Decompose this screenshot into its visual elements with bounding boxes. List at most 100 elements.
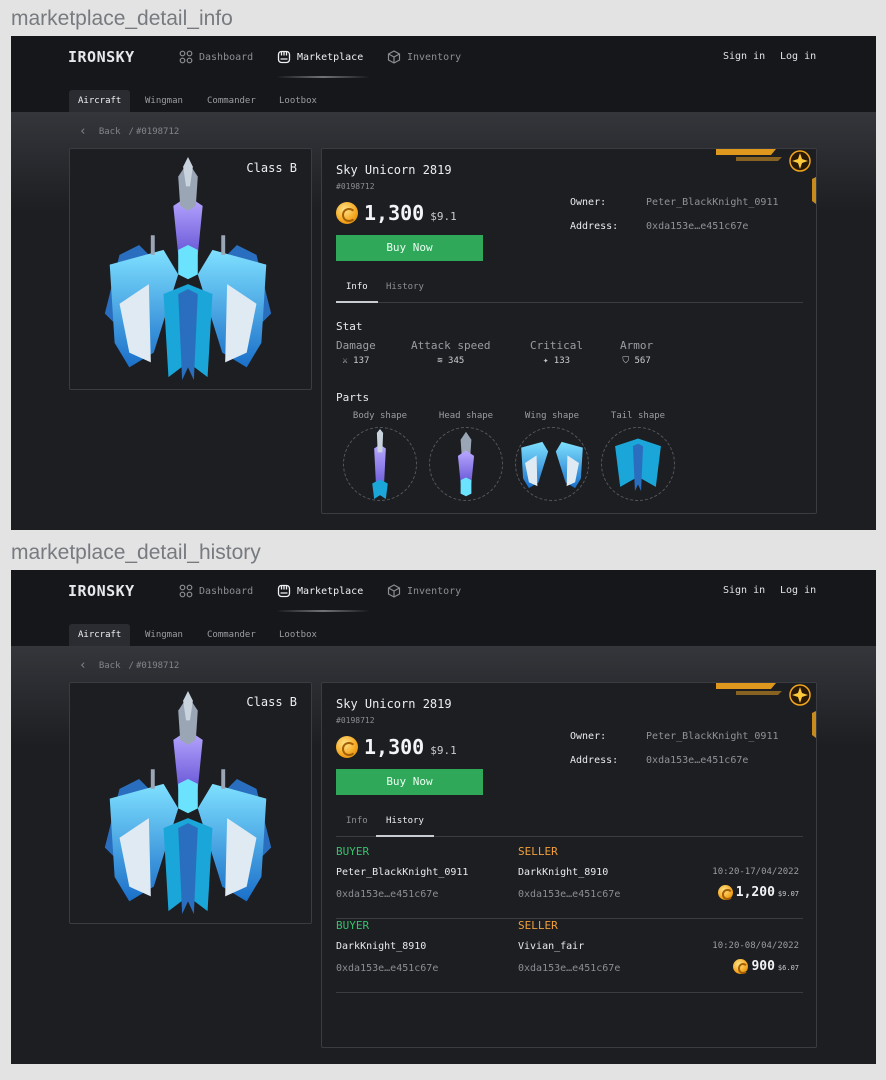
buy-now-button[interactable]: Buy Now xyxy=(336,769,483,795)
part-label: Wing shape xyxy=(524,411,580,421)
trade-price-amount: 1,200 xyxy=(735,885,775,900)
owner-label: Owner: xyxy=(570,731,607,742)
buyer-label: BUYER xyxy=(336,845,370,858)
inventory-icon xyxy=(387,584,401,598)
tab-history[interactable]: History xyxy=(376,807,434,837)
owner-value[interactable]: Peter_BlackKnight_0911 xyxy=(646,731,778,742)
shield-icon: ⛉ xyxy=(622,356,630,366)
coin-icon xyxy=(336,736,358,758)
coin-icon xyxy=(336,202,358,224)
item-id: #0198712 xyxy=(336,716,375,725)
seller-address[interactable]: 0xda153e…e451c67e xyxy=(518,889,620,900)
address-label: Address: xyxy=(570,755,619,766)
nav-inventory[interactable]: Inventory xyxy=(387,570,461,612)
tab-commander[interactable]: Commander xyxy=(198,90,265,112)
detail-panel: Sky Unicorn 2819 #0198712 1,300 $9.1 Buy… xyxy=(321,148,817,514)
part-image[interactable] xyxy=(515,427,589,501)
part-image[interactable] xyxy=(429,427,503,501)
history-row: BUYER SELLER Peter_BlackKnight_0911 Dark… xyxy=(336,845,803,919)
stat-value: 133 xyxy=(553,356,571,366)
owner-label: Owner: xyxy=(570,197,607,208)
trade-date: 10:20-17/04/2022 xyxy=(712,867,799,877)
buyer-address[interactable]: 0xda153e…e451c67e xyxy=(336,889,438,900)
nav-dashboard-label: Dashboard xyxy=(199,585,254,597)
sign-in-link[interactable]: Sign in xyxy=(723,585,765,596)
back-link[interactable]: Back xyxy=(99,661,121,671)
nav-inventory[interactable]: Inventory xyxy=(387,36,461,78)
part-body: Body shape xyxy=(342,411,418,501)
owner-row: Owner: Peter_BlackKnight_0911 xyxy=(570,731,778,742)
tab-lootbox[interactable]: Lootbox xyxy=(270,624,326,646)
owner-value[interactable]: Peter_BlackKnight_0911 xyxy=(646,197,778,208)
dashboard-icon xyxy=(179,50,193,64)
logo[interactable]: IRONSKY xyxy=(68,582,135,600)
parts-heading: Parts xyxy=(336,391,370,404)
part-image[interactable] xyxy=(343,427,417,501)
part-wing: Wing shape xyxy=(514,411,590,501)
logo[interactable]: IRONSKY xyxy=(68,48,135,66)
breadcrumb-separator: / xyxy=(128,660,134,671)
breadcrumb: ‹ Back / #0198712 xyxy=(79,658,179,673)
stat-armor: Armor ⛉ 567 xyxy=(620,339,653,366)
owner-row: Owner: Peter_BlackKnight_0911 xyxy=(570,197,778,208)
log-in-link[interactable]: Log in xyxy=(780,51,816,62)
tab-aircraft[interactable]: Aircraft xyxy=(69,90,131,112)
buyer-label: BUYER xyxy=(336,919,370,932)
tab-lootbox[interactable]: Lootbox xyxy=(270,90,326,112)
price-amount: 1,300 xyxy=(364,735,425,759)
breadcrumb-id: #0198712 xyxy=(135,126,180,137)
tab-commander[interactable]: Commander xyxy=(198,624,265,646)
frame-title-history: marketplace_detail_history xyxy=(11,541,261,564)
category-tabs: Aircraft Wingman Commander Lootbox xyxy=(11,78,876,112)
part-label: Head shape xyxy=(438,411,494,421)
tab-history[interactable]: History xyxy=(376,273,434,303)
item-price: 1,300 $9.1 xyxy=(336,201,457,225)
nav-dashboard[interactable]: Dashboard xyxy=(179,570,253,612)
part-image[interactable] xyxy=(601,427,675,501)
tab-aircraft[interactable]: Aircraft xyxy=(69,624,131,646)
aircraft-image xyxy=(98,157,278,382)
trade-price: 900 $6.07 xyxy=(733,959,799,974)
aircraft-image-card: Class B xyxy=(69,148,312,390)
seller-name[interactable]: DarkKnight_8910 xyxy=(518,867,608,878)
stat-label: Attack speed xyxy=(411,339,491,352)
history-row: BUYER SELLER DarkKnight_8910 Vivian_fair… xyxy=(336,919,803,993)
sign-in-link[interactable]: Sign in xyxy=(723,51,765,62)
info-frame: IRONSKY Dashboard Marketplace Inventory … xyxy=(11,36,876,530)
stat-damage: Damage ⚔ 137 xyxy=(336,339,376,366)
back-chevron-icon[interactable]: ‹ xyxy=(79,124,87,139)
back-chevron-icon[interactable]: ‹ xyxy=(79,658,87,673)
log-in-link[interactable]: Log in xyxy=(780,585,816,596)
frame-title-info: marketplace_detail_info xyxy=(11,7,233,30)
tab-info[interactable]: Info xyxy=(336,273,378,303)
item-id: #0198712 xyxy=(336,182,375,191)
seller-name[interactable]: Vivian_fair xyxy=(518,941,584,952)
buyer-address[interactable]: 0xda153e…e451c67e xyxy=(336,963,438,974)
sword-icon: ⚔ xyxy=(342,356,348,366)
nav-marketplace[interactable]: Marketplace xyxy=(277,570,363,612)
item-name: Sky Unicorn 2819 xyxy=(336,163,452,177)
seller-label: SELLER xyxy=(518,919,558,932)
nav-dashboard[interactable]: Dashboard xyxy=(179,36,253,78)
tab-wingman[interactable]: Wingman xyxy=(136,624,192,646)
price-usd: $9.1 xyxy=(430,210,457,223)
buy-now-button[interactable]: Buy Now xyxy=(336,235,483,261)
trade-price-amount: 900 xyxy=(751,959,775,974)
address-label: Address: xyxy=(570,221,619,232)
buyer-name[interactable]: Peter_BlackKnight_0911 xyxy=(336,867,468,878)
tab-wingman[interactable]: Wingman xyxy=(136,90,192,112)
back-link[interactable]: Back xyxy=(99,127,121,137)
seller-address[interactable]: 0xda153e…e451c67e xyxy=(518,963,620,974)
buyer-name[interactable]: DarkKnight_8910 xyxy=(336,941,426,952)
nav-marketplace[interactable]: Marketplace xyxy=(277,36,363,78)
critical-icon: ✦ xyxy=(542,356,549,366)
address-value[interactable]: 0xda153e…e451c67e xyxy=(646,221,748,232)
trade-price-usd: $6.07 xyxy=(777,964,799,972)
trade-price-usd: $9.07 xyxy=(777,890,799,898)
nav-inventory-label: Inventory xyxy=(407,51,462,63)
tab-info[interactable]: Info xyxy=(336,807,378,837)
address-row: Address: 0xda153e…e451c67e xyxy=(570,221,748,232)
nav-inventory-label: Inventory xyxy=(407,585,462,597)
detail-tabs: Info History xyxy=(336,807,803,837)
address-value[interactable]: 0xda153e…e451c67e xyxy=(646,755,748,766)
